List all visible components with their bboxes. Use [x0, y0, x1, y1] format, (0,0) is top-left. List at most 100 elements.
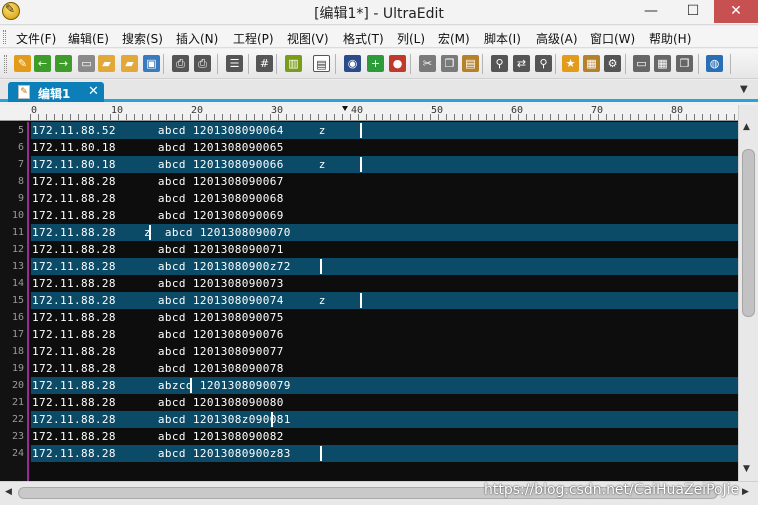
- find-icon[interactable]: ⚲: [491, 55, 508, 72]
- close-button[interactable]: ✕: [714, 0, 758, 23]
- menu-item-8[interactable]: 宏(M): [438, 30, 470, 47]
- add-icon[interactable]: +: [367, 55, 384, 72]
- tab-close-icon[interactable]: ✕: [88, 84, 99, 99]
- code-line[interactable]: 172.11.88.28 abcd 1201308090071: [31, 241, 738, 258]
- print-icon[interactable]: ⎙: [172, 55, 189, 72]
- watermark-text: https://blog.csdn.net/CaiHuaZeiPoJie: [484, 482, 740, 498]
- column-caret: [319, 446, 322, 461]
- web-icon[interactable]: ◍: [706, 55, 723, 72]
- code-line[interactable]: 172.11.88.28 abcd 1201308090073: [31, 275, 738, 292]
- macro-icon[interactable]: ▦: [583, 55, 600, 72]
- menu-item-12[interactable]: 帮助(H): [649, 30, 691, 47]
- window-icon[interactable]: ▭: [633, 55, 650, 72]
- code-line-text: 172.11.88.28 abcd 12013080900z72: [32, 260, 291, 273]
- cascade-icon[interactable]: ❐: [676, 55, 693, 72]
- toolbar-grip[interactable]: [4, 55, 7, 73]
- code-line[interactable]: 172.11.80.18 abcd 1201308090065: [31, 139, 738, 156]
- menu-item-11[interactable]: 窗口(W): [590, 30, 635, 47]
- column-caret: [360, 293, 362, 308]
- menu-item-7[interactable]: 列(L): [397, 30, 425, 47]
- menu-grip[interactable]: [3, 30, 6, 44]
- toolbar-separator: [730, 54, 731, 74]
- code-line[interactable]: 172.11.88.28 abcd 1201308z090081: [31, 411, 738, 428]
- code-line[interactable]: 172.11.88.28 abcd 1201308090080: [31, 394, 738, 411]
- menu-item-6[interactable]: 格式(T): [343, 30, 384, 47]
- forward-arrow-icon[interactable]: →: [55, 55, 72, 72]
- menu-item-10[interactable]: 高级(A): [536, 30, 578, 47]
- column-caret: [360, 123, 362, 138]
- print-preview-icon[interactable]: ⎙: [194, 55, 211, 72]
- cut-icon[interactable]: ✂: [419, 55, 436, 72]
- menu-item-5[interactable]: 视图(V): [287, 30, 329, 47]
- menu-item-3[interactable]: 插入(N): [176, 30, 218, 47]
- line-number: 11: [11, 227, 24, 238]
- column-ruler: 0 10 20 30 40 50 60 70 80: [0, 105, 738, 121]
- column-caret: [319, 259, 322, 274]
- text-area[interactable]: 172.11.88.52 abcd 1201308090064 z 172.11.…: [31, 122, 738, 481]
- find-in-files-icon[interactable]: ⚲: [535, 55, 552, 72]
- code-line-text: 172.11.88.28 abcd 1201308090075: [32, 311, 284, 324]
- code-line-text: 172.11.88.28 abcd 1201308090080: [32, 396, 284, 409]
- code-line[interactable]: 172.11.88.28 z abcd 1201308090070: [31, 224, 738, 241]
- menu-item-9[interactable]: 脚本(I): [484, 30, 521, 47]
- code-line[interactable]: 172.11.88.28 abcd 1201308090077: [31, 343, 738, 360]
- code-line[interactable]: 172.11.88.28 abcd 12013080900z83: [31, 445, 738, 462]
- code-line[interactable]: 172.11.88.28 abcd 1201308090078: [31, 360, 738, 377]
- code-line[interactable]: 172.11.88.28 abcd 1201308090082: [31, 428, 738, 445]
- toolbar-separator: [276, 54, 277, 74]
- menu-item-2[interactable]: 搜索(S): [122, 30, 163, 47]
- paste-icon[interactable]: ▤: [462, 55, 479, 72]
- copy-icon[interactable]: ❐: [441, 55, 458, 72]
- open-file-icon[interactable]: ▰: [98, 55, 115, 72]
- list-icon[interactable]: ☰: [226, 55, 243, 72]
- tab-list-dropdown-icon[interactable]: ▼: [740, 84, 748, 95]
- code-line[interactable]: 172.11.88.28 abcd 1201308090076: [31, 326, 738, 343]
- menu-item-4[interactable]: 工程(P): [233, 30, 274, 47]
- remove-icon[interactable]: ●: [389, 55, 406, 72]
- vertical-scrollbar[interactable]: ▲ ▼: [738, 105, 758, 481]
- minimize-button[interactable]: —: [630, 0, 672, 23]
- code-line-text: 172.11.88.28 abcd 1201308090077: [32, 345, 284, 358]
- tab-document[interactable]: ✎ 编辑1 ✕: [8, 82, 104, 102]
- maximize-button[interactable]: ☐: [672, 0, 714, 23]
- menu-item-1[interactable]: 编辑(E): [68, 30, 109, 47]
- scroll-down-icon[interactable]: ▼: [743, 464, 750, 474]
- vertical-scroll-thumb[interactable]: [742, 149, 755, 317]
- hex-icon[interactable]: #: [256, 55, 273, 72]
- code-line[interactable]: 172.11.88.28 abcd 1201308090074 z: [31, 292, 738, 309]
- code-line-text: 172.11.88.28 abcd 1201308090067: [32, 175, 284, 188]
- new-file-icon[interactable]: ▭: [78, 55, 95, 72]
- scroll-right-icon[interactable]: ▶: [742, 487, 749, 497]
- code-line[interactable]: 172.11.88.28 abzcd 1201308090079: [31, 377, 738, 394]
- bookmark-icon[interactable]: ★: [562, 55, 579, 72]
- code-line-text: 172.11.88.28 abcd 1201308090069: [32, 209, 284, 222]
- code-line[interactable]: 172.11.88.28 abcd 1201308090075: [31, 309, 738, 326]
- line-number: 21: [11, 397, 24, 408]
- code-line[interactable]: 172.11.80.18 abcd 1201308090066 z: [31, 156, 738, 173]
- code-line[interactable]: 172.11.88.28 abcd 12013080900z72: [31, 258, 738, 275]
- menu-item-0[interactable]: 文件(F): [16, 30, 56, 47]
- code-line[interactable]: 172.11.88.52 abcd 1201308090064 z: [31, 122, 738, 139]
- column-mode-icon[interactable]: ▤: [313, 55, 330, 72]
- open-folder-icon[interactable]: ✎: [14, 55, 31, 72]
- replace-icon[interactable]: ⇄: [513, 55, 530, 72]
- tile-icon[interactable]: ▦: [654, 55, 671, 72]
- scroll-left-icon[interactable]: ◀: [5, 487, 12, 497]
- code-line-text: 172.11.88.28 abcd 1201308090078: [32, 362, 284, 375]
- toolbar-separator: [482, 54, 483, 74]
- scroll-up-icon[interactable]: ▲: [743, 122, 750, 132]
- column-icon[interactable]: ▥: [285, 55, 302, 72]
- line-number: 16: [11, 312, 24, 323]
- code-line-text: 172.11.88.52 abcd 1201308090064 z: [32, 124, 326, 137]
- settings-icon[interactable]: ⚙: [604, 55, 621, 72]
- code-line[interactable]: 172.11.88.28 abcd 1201308090068: [31, 190, 738, 207]
- tab-label: 编辑1: [38, 87, 71, 101]
- save-icon[interactable]: ▣: [143, 55, 160, 72]
- open-project-icon[interactable]: ▰: [121, 55, 138, 72]
- code-line[interactable]: 172.11.88.28 abcd 1201308090067: [31, 173, 738, 190]
- ruler-ticks: [30, 114, 738, 120]
- code-line[interactable]: 172.11.88.28 abcd 1201308090069: [31, 207, 738, 224]
- ruler-caret-marker: [342, 106, 348, 111]
- back-arrow-icon[interactable]: ←: [34, 55, 51, 72]
- tool-icon[interactable]: ◉: [344, 55, 361, 72]
